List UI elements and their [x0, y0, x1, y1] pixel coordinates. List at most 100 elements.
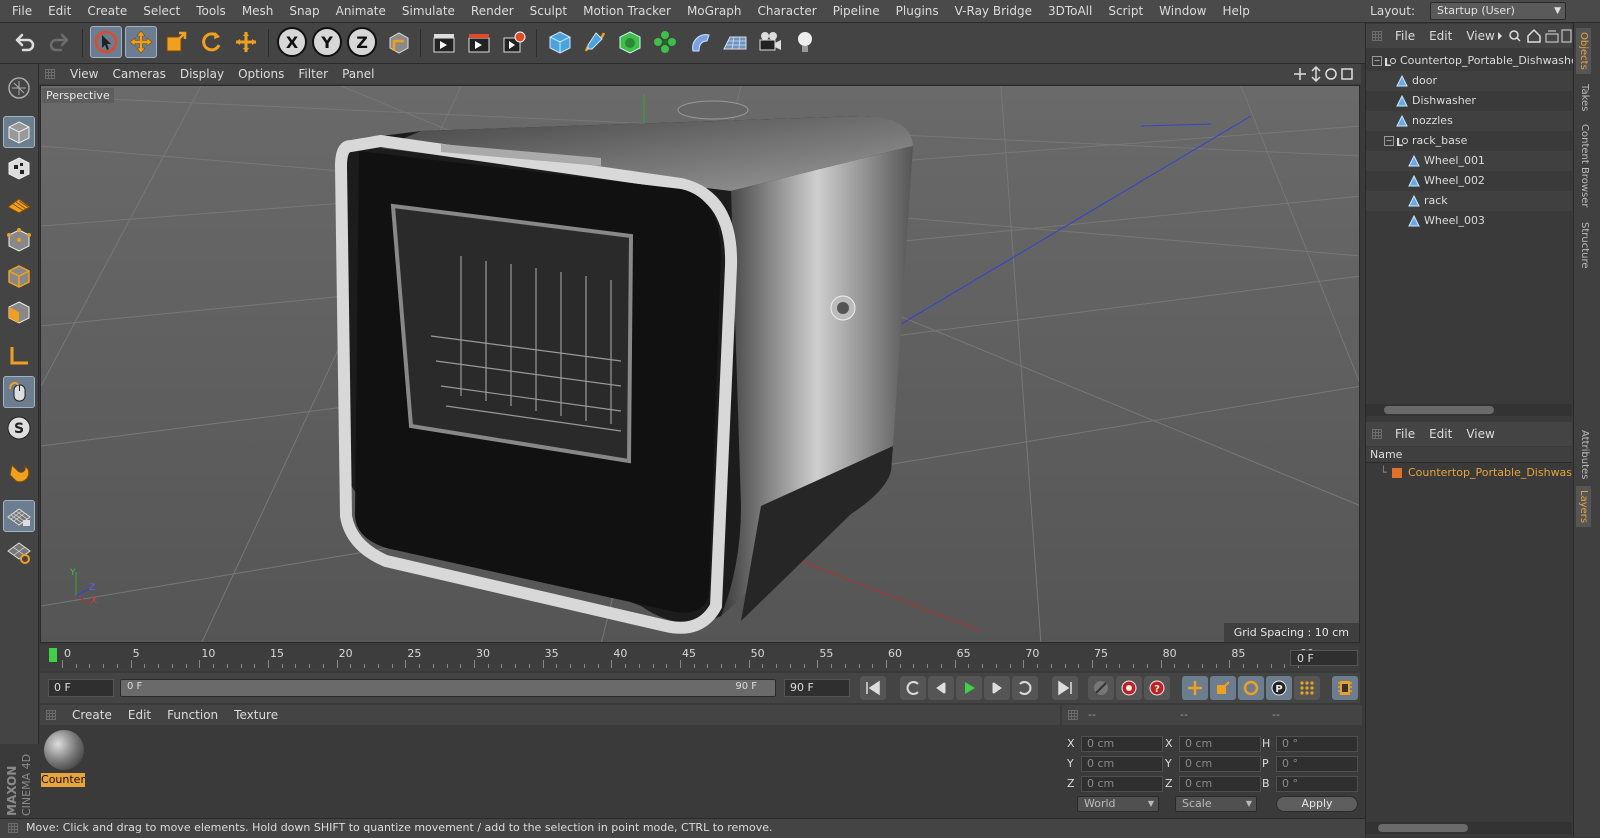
solo-button[interactable]: S [3, 412, 35, 444]
undo-button[interactable] [8, 26, 40, 58]
previous-frame-button[interactable] [928, 676, 954, 700]
frame-range-slider[interactable]: 0 F 90 F [120, 679, 776, 697]
panel-grip-icon[interactable] [1068, 710, 1078, 720]
tab-takes[interactable]: Takes [1579, 84, 1590, 111]
tweak-mode-button[interactable] [3, 376, 35, 408]
coord-value-field[interactable]: 0 ° [1276, 756, 1358, 772]
menu-sculpt[interactable]: Sculpt [522, 4, 575, 18]
panel-grip-icon[interactable] [46, 710, 56, 720]
material-menu-edit[interactable]: Edit [120, 708, 159, 722]
layer-color-swatch[interactable] [1392, 468, 1402, 478]
coord-value-field[interactable]: 0 cm [1081, 776, 1163, 792]
coordinate-system-button[interactable] [383, 26, 415, 58]
panel-grip-icon[interactable] [1372, 429, 1382, 439]
layers-menu-file[interactable]: File [1388, 427, 1422, 441]
material-name[interactable]: Counter [41, 773, 85, 787]
points-mode-button[interactable] [3, 224, 35, 256]
viewport-menu-display[interactable]: Display [173, 67, 231, 81]
x-axis-button[interactable]: X [276, 26, 308, 58]
cloner-button[interactable] [649, 26, 681, 58]
axis-mode-button[interactable] [3, 340, 35, 372]
pen-spline-button[interactable] [579, 26, 611, 58]
deformer-button[interactable] [684, 26, 716, 58]
playhead-marker[interactable] [49, 648, 57, 662]
layers-scrollbar[interactable] [1366, 822, 1572, 834]
menu-pipeline[interactable]: Pipeline [825, 4, 888, 18]
render-settings-button[interactable] [498, 26, 530, 58]
layers-menu-edit[interactable]: Edit [1422, 427, 1459, 441]
material-list[interactable] [40, 726, 1060, 816]
render-view-button[interactable] [428, 26, 460, 58]
edges-mode-button[interactable] [3, 260, 35, 292]
tab-layers[interactable]: Layers [1576, 486, 1591, 528]
viewport-menu-filter[interactable]: Filter [291, 67, 335, 81]
live-selection-button[interactable] [90, 26, 122, 58]
go-to-start-button[interactable] [860, 676, 886, 700]
menu-render[interactable]: Render [463, 4, 522, 18]
autokey-button[interactable]: ? [1144, 676, 1170, 700]
current-frame-field[interactable]: 0 F [48, 679, 114, 697]
menu-character[interactable]: Character [749, 4, 824, 18]
move-tool-button[interactable] [125, 26, 157, 58]
go-to-end-button[interactable] [1052, 676, 1078, 700]
coord-value-field[interactable]: 0 ° [1276, 776, 1358, 792]
menu-vray-bridge[interactable]: V-Ray Bridge [947, 4, 1040, 18]
viewport-nav-icons[interactable] [1293, 66, 1355, 82]
polygons-mode-button[interactable] [3, 296, 35, 328]
apply-button[interactable]: Apply [1276, 796, 1358, 812]
key-pla-button[interactable] [1294, 676, 1320, 700]
rotate-tool-button[interactable] [195, 26, 227, 58]
viewport-menu-panel[interactable]: Panel [335, 67, 381, 81]
coord-value-field[interactable]: 0 cm [1179, 736, 1261, 752]
motion-path-button[interactable] [1088, 676, 1114, 700]
menu-motion-tracker[interactable]: Motion Tracker [575, 4, 679, 18]
coordinate-space-select[interactable]: World ▼ [1077, 796, 1159, 812]
object-row[interactable]: Wheel_001 [1366, 151, 1572, 171]
menu-plugins[interactable]: Plugins [888, 4, 947, 18]
timeline-frame-field[interactable]: 0 F [1290, 650, 1358, 666]
menu-simulate[interactable]: Simulate [394, 4, 463, 18]
model-mode-button[interactable] [3, 116, 35, 148]
objects-toolbar-icons[interactable] [1496, 28, 1572, 44]
tab-attributes[interactable]: Attributes [1579, 430, 1590, 479]
layout-select[interactable]: Startup (User) ▼ [1430, 2, 1566, 20]
redo-button[interactable] [44, 26, 76, 58]
layers-column-name[interactable]: Name [1366, 447, 1572, 463]
locked-workplane-button[interactable] [3, 500, 35, 532]
key-scale-button[interactable] [1210, 676, 1236, 700]
material-menu-create[interactable]: Create [64, 708, 120, 722]
menu-create[interactable]: Create [79, 4, 135, 18]
collapse-icon[interactable]: − [1384, 136, 1394, 146]
panel-grip-icon[interactable] [1372, 31, 1382, 41]
menu-3dtoall[interactable]: 3DToAll [1040, 4, 1100, 18]
coord-value-field[interactable]: 0 cm [1179, 776, 1261, 792]
key-position-button[interactable] [1182, 676, 1208, 700]
objects-menu-file[interactable]: File [1388, 29, 1422, 43]
material-menu-texture[interactable]: Texture [226, 708, 286, 722]
cube-primitive-button[interactable] [544, 26, 576, 58]
scrollbar-thumb[interactable] [1384, 406, 1494, 414]
viewport-menu-view[interactable]: View [63, 67, 105, 81]
3d-viewport[interactable]: Y X Z Grid Spacing : 10 cm [40, 85, 1360, 643]
y-axis-button[interactable]: Y [311, 26, 343, 58]
camera-button[interactable] [754, 26, 786, 58]
coord-value-field[interactable]: 0 cm [1081, 736, 1163, 752]
object-row[interactable]: Wheel_003 [1366, 211, 1572, 231]
objects-menu-edit[interactable]: Edit [1422, 29, 1459, 43]
planar-workplane-button[interactable] [3, 536, 35, 568]
collapse-icon[interactable]: − [1372, 56, 1382, 66]
menu-file[interactable]: File [4, 4, 40, 18]
viewport-menu-options[interactable]: Options [231, 67, 291, 81]
make-editable-button[interactable] [3, 72, 35, 104]
next-frame-button[interactable] [984, 676, 1010, 700]
floor-button[interactable] [719, 26, 751, 58]
coord-value-field[interactable]: 0 cm [1081, 756, 1163, 772]
object-row[interactable]: − L Countertop_Portable_Dishwasher_ [1366, 51, 1588, 71]
record-key-button[interactable] [1116, 676, 1142, 700]
key-parameter-button[interactable]: P [1266, 676, 1292, 700]
menu-mograph[interactable]: MoGraph [679, 4, 750, 18]
tab-structure[interactable]: Structure [1579, 222, 1590, 269]
snap-button[interactable] [3, 456, 35, 488]
coord-value-field[interactable]: 0 cm [1179, 756, 1261, 772]
workplane-mode-button[interactable] [3, 188, 35, 220]
